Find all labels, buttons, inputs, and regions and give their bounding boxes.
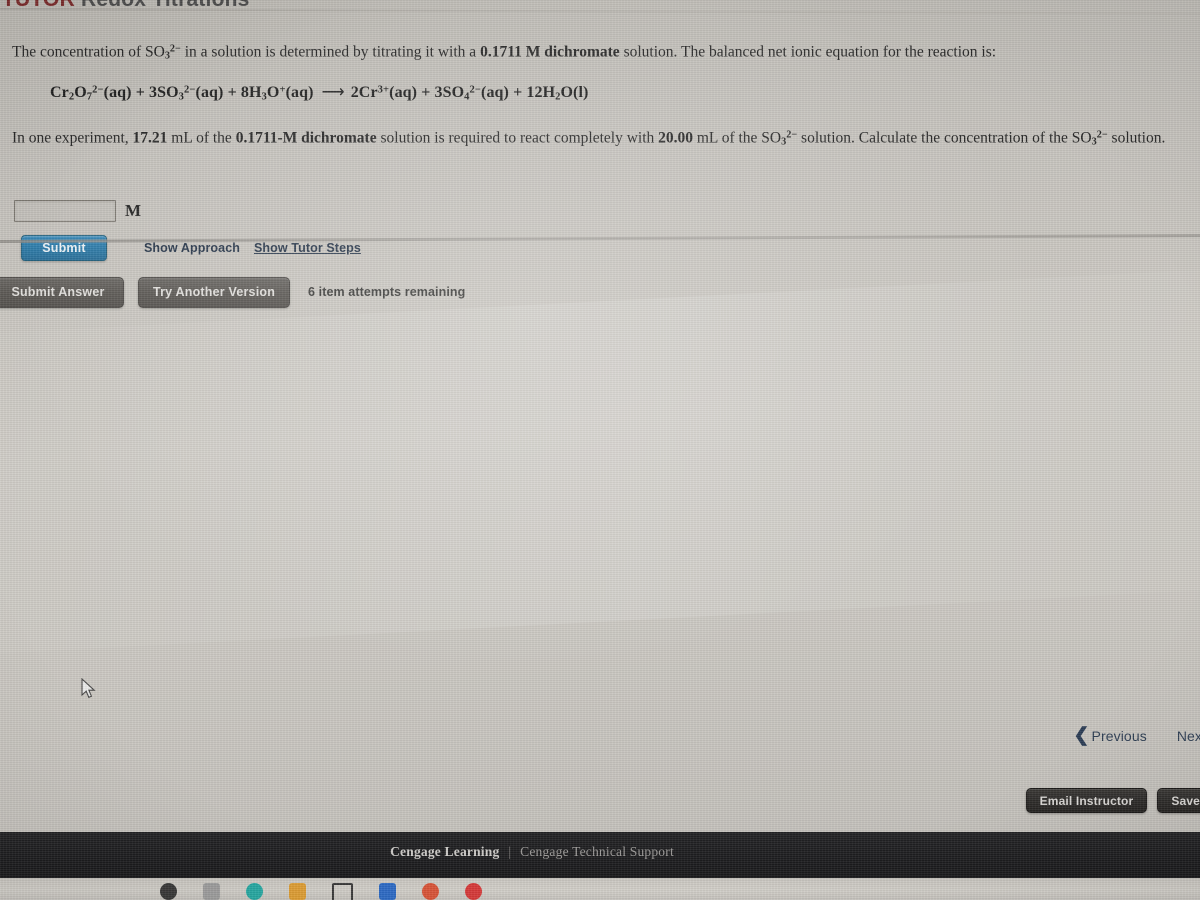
tutor-links: Show Approach Show Tutor Steps (144, 241, 361, 255)
chevron-left-icon: ❮ (1073, 725, 1090, 746)
dock-icon-window-outline[interactable] (332, 883, 353, 900)
q1-concentration: 0.1711 M dichromate (480, 43, 620, 61)
dock-icon-red-circle[interactable] (465, 883, 482, 900)
show-tutor-steps-link[interactable]: Show Tutor Steps (254, 241, 361, 255)
q2-text-b: mL of the (167, 129, 236, 147)
q2-text-c: solution is required to react completely… (376, 129, 659, 147)
dock-icon-orange-square[interactable] (289, 883, 306, 900)
pagination-nav: ❮Previous Next (1073, 725, 1200, 746)
dock-icon-grid[interactable] (203, 883, 220, 900)
save-button[interactable]: Save (1157, 788, 1200, 813)
q2-volume-titrant: 17.21 (132, 129, 168, 147)
dock-icon-red-orange[interactable] (422, 883, 439, 900)
dock-icon-teal-circle[interactable] (246, 883, 263, 900)
q2-formula-so3-second: 32− (1091, 130, 1108, 148)
photographed-screen: TUTOR Redox Titrations The concentration… (0, 0, 1200, 900)
balanced-equation: Cr2O72−(aq) + 3SO32−(aq) + 8H3O+(aq) ⟶ 2… (50, 84, 589, 103)
action-bar: Submit Answer Try Another Version 6 item… (0, 276, 700, 308)
submit-answer-button[interactable]: Submit Answer (0, 276, 124, 308)
answer-row: M (14, 200, 141, 222)
dock-icon-blue-diamond[interactable] (379, 883, 396, 900)
cengage-technical-support-link[interactable]: Cengage Technical Support (520, 844, 674, 860)
next-label: Next (1176, 728, 1200, 744)
q1-text-a: The concentration of SO (12, 43, 165, 61)
page-canvas: TUTOR Redox Titrations The concentration… (0, 0, 1200, 878)
q2-text-d: mL of the SO (693, 129, 782, 147)
question-paragraph-1: The concentration of SO32− in a solution… (12, 40, 996, 67)
next-button[interactable]: Next (1177, 728, 1200, 744)
attempts-remaining-text: 6 item attempts remaining (308, 285, 466, 299)
utility-button-row: Email Instructor Save (1025, 788, 1200, 813)
q2-text-f: solution. (1107, 129, 1166, 147)
q2-volume-analyte: 20.00 (658, 129, 693, 147)
dock-icon-dark-circle[interactable] (160, 883, 177, 900)
cengage-learning-link[interactable]: Cengage Learning (390, 844, 499, 860)
os-dock (0, 878, 1200, 900)
answer-input[interactable] (14, 200, 116, 222)
page-footer: Cengage Learning | Cengage Technical Sup… (0, 832, 1200, 878)
show-approach-link[interactable]: Show Approach (144, 241, 240, 255)
q2-text-e: solution. Calculate the concentration of… (797, 129, 1092, 147)
try-another-version-button[interactable]: Try Another Version (138, 276, 290, 308)
footer-links: Cengage Learning | Cengage Technical Sup… (390, 844, 674, 860)
q1-formula-so3: 32− (164, 44, 181, 62)
previous-label: Previous (1091, 728, 1147, 744)
footer-separator: | (508, 844, 512, 859)
page-header: TUTOR Redox Titrations (0, 0, 1200, 16)
dock-icon-list (160, 883, 482, 900)
previous-button[interactable]: ❮ Previous (1073, 725, 1147, 746)
q2-formula-so3-first: 32− (781, 130, 798, 148)
reaction-arrow-icon: ⟶ (321, 84, 345, 101)
q2-text-a: In one experiment, (12, 129, 133, 147)
question-paragraph-2: In one experiment, 17.21 mL of the 0.171… (12, 126, 1165, 153)
screen-glare (0, 260, 1200, 660)
mouse-cursor-icon (81, 678, 96, 699)
q1-text-c: solution. The balanced net ionic equatio… (619, 43, 997, 61)
q1-text-b: in a solution is determined by titrating… (180, 43, 481, 61)
q2-titrant-conc: 0.1711-M dichromate (235, 129, 377, 147)
unit-label: M (125, 201, 142, 220)
email-instructor-button[interactable]: Email Instructor (1025, 788, 1148, 813)
